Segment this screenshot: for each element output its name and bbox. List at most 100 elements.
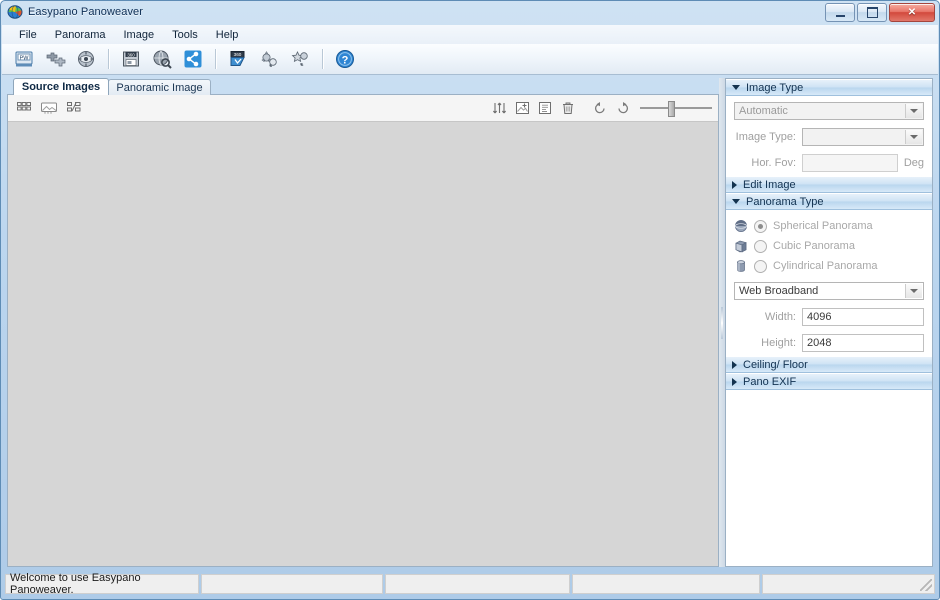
svg-text:360: 360 xyxy=(234,52,242,57)
new-project-icon[interactable]: PW xyxy=(10,45,38,73)
section-title-panorama-type: Panorama Type xyxy=(746,195,824,208)
section-title-image-type: Image Type xyxy=(746,81,804,94)
chevron-down-icon[interactable] xyxy=(905,130,922,144)
publish-globe-icon[interactable] xyxy=(148,45,176,73)
properties-pane: Image Type Automatic Image Type: Hor. Fo… xyxy=(725,78,933,567)
window-controls: ✕ xyxy=(825,3,935,22)
status-cell-5 xyxy=(762,574,935,594)
section-title-edit-image: Edit Image xyxy=(743,178,796,191)
section-header-image-type[interactable]: Image Type xyxy=(726,79,932,96)
svg-text:PW: PW xyxy=(20,56,30,62)
section-body-image-type: Automatic Image Type: Hor. Fov: Deg xyxy=(726,96,932,176)
single-image-icon[interactable] xyxy=(39,98,59,118)
tab-strip: Panoramic Image Source Images xyxy=(7,78,719,95)
label-cubic: Cubic Panorama xyxy=(773,240,855,252)
work-area: Panoramic Image Source Images Image Type… xyxy=(7,78,933,567)
left-pane: Panoramic Image Source Images xyxy=(7,78,719,567)
label-spherical: Spherical Panorama xyxy=(773,220,873,232)
width-input[interactable]: 4096 xyxy=(802,308,924,326)
menu-file[interactable]: File xyxy=(10,27,46,43)
toolbar-separator xyxy=(108,49,109,69)
help-icon[interactable]: ? xyxy=(331,45,359,73)
delete-icon[interactable] xyxy=(558,98,578,118)
application-window: Easypano Panoweaver ✕ File Panorama Imag… xyxy=(0,0,940,600)
status-cell-3 xyxy=(385,574,570,594)
image-mode-combo[interactable]: Automatic xyxy=(734,102,924,120)
section-header-panorama-type[interactable]: Panorama Type xyxy=(726,193,932,210)
tab-panel-source-images xyxy=(7,94,719,567)
section-body-panorama-type: Spherical Panorama Cubic Panorama Cylind… xyxy=(726,210,932,356)
image-view-toolbar xyxy=(8,95,718,122)
title-bar: Easypano Panoweaver ✕ xyxy=(1,1,939,23)
menu-panorama[interactable]: Panorama xyxy=(46,27,115,43)
section-header-pano-exif[interactable]: Pano EXIF xyxy=(726,373,932,390)
window-title: Easypano Panoweaver xyxy=(28,6,144,18)
chevron-down-icon[interactable] xyxy=(905,104,922,118)
rotate-left-icon[interactable] xyxy=(590,98,610,118)
status-cell-4 xyxy=(572,574,760,594)
preview-panorama-icon[interactable] xyxy=(72,45,100,73)
maximize-button[interactable] xyxy=(857,3,887,22)
hotspot-link-icon[interactable] xyxy=(255,45,283,73)
panorama-option-spherical[interactable]: Spherical Panorama xyxy=(734,216,924,236)
splitter-grip-icon xyxy=(721,306,723,339)
hor-fov-label: Hor. Fov: xyxy=(751,157,796,169)
image-canvas-empty[interactable] xyxy=(8,121,718,566)
svg-text:360: 360 xyxy=(127,52,135,57)
quality-preset-combo[interactable]: Web Broadband xyxy=(734,282,924,300)
chevron-down-icon xyxy=(732,199,740,204)
image-action-buttons xyxy=(489,98,712,118)
height-label: Height: xyxy=(761,337,796,349)
tab-panoramic-image[interactable]: Panoramic Image xyxy=(108,79,211,95)
close-button[interactable]: ✕ xyxy=(889,3,935,22)
maximize-icon xyxy=(866,7,878,18)
toolbar-separator xyxy=(322,49,323,69)
minimize-button[interactable] xyxy=(825,3,855,22)
zoom-slider-thumb[interactable] xyxy=(668,101,675,117)
image-type-label: Image Type: xyxy=(735,131,796,143)
list-detail-icon[interactable] xyxy=(64,98,84,118)
toolbar-separator xyxy=(215,49,216,69)
status-cell-2 xyxy=(201,574,383,594)
save-360-icon[interactable]: 360 xyxy=(117,45,145,73)
section-title-pano-exif: Pano EXIF xyxy=(743,375,797,388)
stitch-images-icon[interactable] xyxy=(41,45,69,73)
chevron-right-icon xyxy=(732,377,737,386)
batch-stitch-icon[interactable]: 360 xyxy=(224,45,252,73)
image-mode-value: Automatic xyxy=(739,105,788,117)
status-bar: Welcome to use Easypano Panoweaver. xyxy=(5,572,935,596)
height-input[interactable]: 2048 xyxy=(802,334,924,352)
zoom-slider[interactable] xyxy=(640,99,712,117)
image-type-combo[interactable] xyxy=(802,128,924,146)
tab-source-images[interactable]: Source Images xyxy=(13,78,109,95)
width-row: Width: 4096 xyxy=(734,308,924,326)
hor-fov-input[interactable] xyxy=(802,154,898,172)
image-type-row: Image Type: xyxy=(734,128,924,146)
share-icon[interactable] xyxy=(179,45,207,73)
radio-spherical[interactable] xyxy=(754,219,767,233)
menu-image[interactable]: Image xyxy=(115,27,164,43)
menu-tools[interactable]: Tools xyxy=(163,27,207,43)
rotate-right-icon[interactable] xyxy=(613,98,633,118)
panorama-option-cubic[interactable]: Cubic Panorama xyxy=(734,236,924,256)
radio-cylindrical[interactable] xyxy=(754,259,767,273)
radio-cubic[interactable] xyxy=(754,239,767,253)
image-properties-icon[interactable] xyxy=(535,98,555,118)
add-image-icon[interactable] xyxy=(512,98,532,118)
resize-grip-icon[interactable] xyxy=(920,579,932,591)
chevron-down-icon[interactable] xyxy=(905,284,922,298)
sort-icon[interactable] xyxy=(489,98,509,118)
panorama-option-cylindrical[interactable]: Cylindrical Panorama xyxy=(734,256,924,276)
main-toolbar: PW 360 360 ? xyxy=(2,44,938,75)
sphere-icon xyxy=(734,219,748,233)
view-mode-buttons xyxy=(14,98,84,118)
label-cylindrical: Cylindrical Panorama xyxy=(773,260,878,272)
zoom-slider-track xyxy=(640,107,712,109)
thumbnail-grid-icon[interactable] xyxy=(14,98,34,118)
section-header-ceiling-floor[interactable]: Ceiling/ Floor xyxy=(726,356,932,373)
virtual-tour-icon[interactable] xyxy=(286,45,314,73)
quality-preset-value: Web Broadband xyxy=(739,285,819,297)
hor-fov-row: Hor. Fov: Deg xyxy=(734,154,924,172)
menu-help[interactable]: Help xyxy=(207,27,248,43)
section-header-edit-image[interactable]: Edit Image xyxy=(726,176,932,193)
